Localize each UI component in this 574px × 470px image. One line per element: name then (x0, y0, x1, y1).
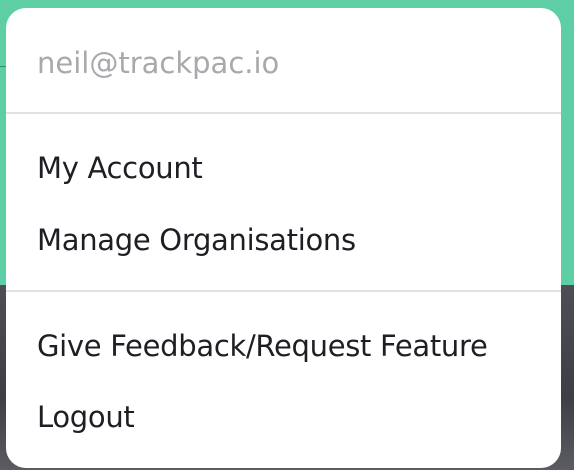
menu-item-logout[interactable]: Logout (37, 400, 135, 434)
user-email: neil@trackpac.io (37, 46, 280, 80)
menu-item-manage-organisations[interactable]: Manage Organisations (37, 223, 356, 257)
menu-divider (6, 112, 561, 114)
menu-item-give-feedback[interactable]: Give Feedback/Request Feature (37, 329, 488, 363)
account-dropdown-menu: neil@trackpac.io My Account Manage Organ… (6, 8, 561, 468)
menu-item-my-account[interactable]: My Account (37, 151, 203, 185)
menu-divider (6, 290, 561, 292)
